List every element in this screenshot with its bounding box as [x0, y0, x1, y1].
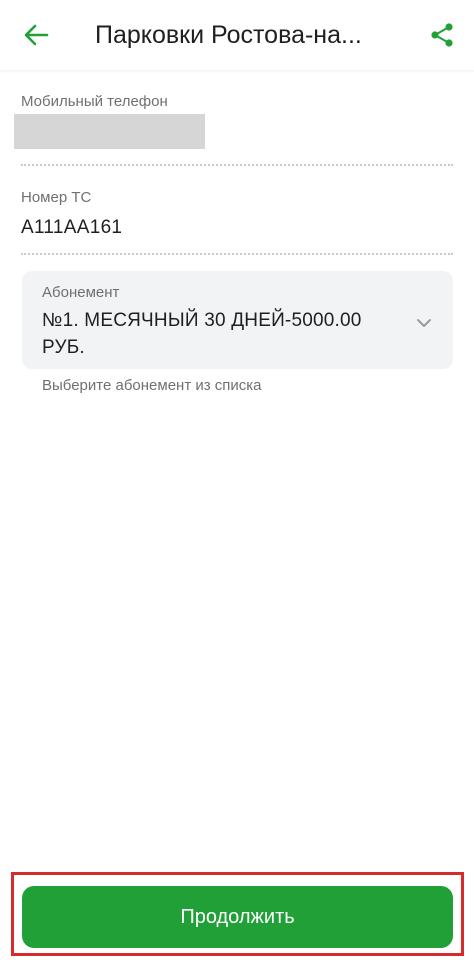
- subscription-select[interactable]: Абонемент №1. МЕСЯЧНЫЙ 30 ДНЕЙ-5000.00 Р…: [22, 271, 453, 369]
- phone-label: Мобильный телефон: [21, 93, 168, 110]
- app-header: Парковки Ростова-на...: [0, 0, 474, 70]
- arrow-left-icon: [24, 24, 49, 46]
- share-button[interactable]: [424, 17, 460, 53]
- page-title: Парковки Ростова-на...: [95, 21, 362, 49]
- phone-divider: [21, 164, 453, 166]
- vehicle-number-field[interactable]: А111АА161: [21, 217, 122, 239]
- share-icon: [431, 23, 453, 47]
- back-button[interactable]: [16, 17, 56, 53]
- continue-button[interactable]: Продолжить: [22, 886, 453, 948]
- phone-value-redacted[interactable]: [14, 114, 205, 149]
- vehicle-divider: [21, 253, 453, 255]
- subscription-value: №1. МЕСЯЧНЫЙ 30 ДНЕЙ-5000.00 РУБ.: [42, 310, 362, 358]
- chevron-down-icon: [417, 319, 431, 327]
- subscription-helper-text: Выберите абонемент из списка: [42, 377, 262, 394]
- vehicle-label: Номер ТС: [21, 189, 92, 206]
- subscription-label: Абонемент: [42, 284, 120, 301]
